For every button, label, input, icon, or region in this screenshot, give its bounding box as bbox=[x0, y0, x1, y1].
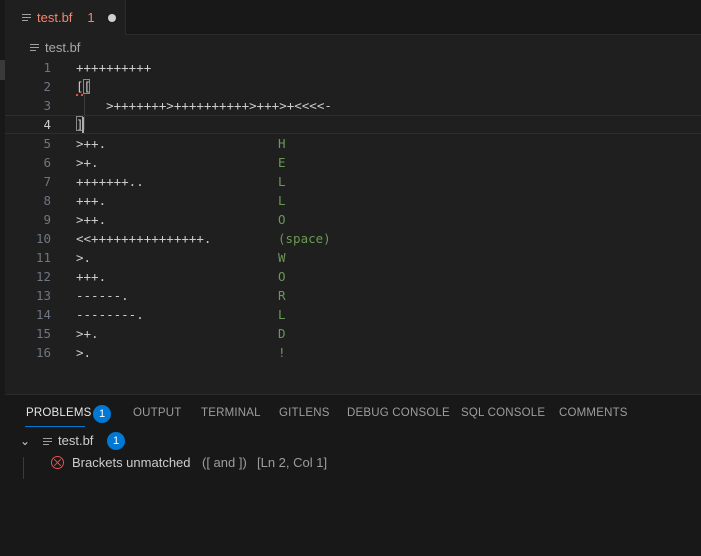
line-number: 10 bbox=[35, 231, 51, 246]
code-editor[interactable]: 1 ++++++++++ 2 [[ 3 >+++++++>++++++++++>… bbox=[5, 58, 701, 394]
line-number: 15 bbox=[35, 326, 51, 341]
line-number: 4 bbox=[43, 117, 51, 132]
line-number: 16 bbox=[35, 345, 51, 360]
tab-debug-console[interactable]: DEBUG CONSOLE bbox=[347, 407, 450, 419]
editor-tab-bar: test.bf 1 bbox=[5, 0, 701, 35]
line-comment: E bbox=[278, 155, 286, 170]
tab-file-name: test.bf bbox=[37, 10, 73, 25]
problem-detail: ([ and ]) bbox=[202, 455, 247, 470]
code-line: 15 >+. D bbox=[5, 324, 701, 343]
line-code: +++++++.. bbox=[76, 174, 144, 189]
line-number: 8 bbox=[43, 193, 51, 208]
line-comment: L bbox=[278, 193, 286, 208]
line-number: 14 bbox=[35, 307, 51, 322]
line-comment: L bbox=[278, 174, 286, 189]
line-comment: O bbox=[278, 269, 286, 284]
line-comment: (space) bbox=[278, 231, 331, 246]
chevron-down-icon[interactable]: ⌄ bbox=[20, 430, 30, 452]
group-problem-count: 1 bbox=[107, 432, 125, 450]
line-code: >++. bbox=[76, 212, 107, 227]
line-comment: H bbox=[278, 136, 286, 151]
tab-sql-console[interactable]: SQL CONSOLE bbox=[461, 407, 545, 419]
problem-location: [Ln 2, Col 1] bbox=[257, 455, 328, 470]
line-code: <<+++++++++++++++. bbox=[76, 231, 212, 246]
line-number: 12 bbox=[35, 269, 51, 284]
group-file-name: test.bf bbox=[58, 433, 94, 448]
line-comment: ! bbox=[278, 345, 286, 360]
bottom-panel: PROBLEMS 1 OUTPUT TERMINAL GITLENS DEBUG… bbox=[5, 394, 701, 556]
code-line: 10 <<+++++++++++++++. (space) bbox=[5, 229, 701, 248]
code-line: 7 +++++++.. L bbox=[5, 172, 701, 191]
breadcrumb-file-name: test.bf bbox=[45, 39, 81, 55]
line-code: >+. bbox=[76, 326, 99, 341]
active-tab-indicator bbox=[25, 426, 85, 427]
file-lines-icon bbox=[22, 13, 31, 22]
code-line: 6 >+. E bbox=[5, 153, 701, 172]
code-line: 3 >+++++++>++++++++++>+++>+<<<<- bbox=[5, 96, 701, 115]
panel-tab-bar: PROBLEMS 1 OUTPUT TERMINAL GITLENS DEBUG… bbox=[5, 395, 701, 431]
line-number: 5 bbox=[43, 136, 51, 151]
code-line: 9 >++. O bbox=[5, 210, 701, 229]
text-cursor bbox=[82, 117, 84, 133]
line-code: --------. bbox=[76, 307, 144, 322]
code-line: 5 >++. H bbox=[5, 134, 701, 153]
code-line-current: 4 ] bbox=[5, 115, 701, 134]
error-icon bbox=[51, 456, 64, 469]
line-comment: O bbox=[278, 212, 286, 227]
tab-output[interactable]: OUTPUT bbox=[133, 407, 181, 419]
bracket-match-highlight bbox=[83, 79, 90, 94]
problems-file-group[interactable]: ⌄ test.bf 1 bbox=[5, 430, 701, 452]
line-code: ------. bbox=[76, 288, 129, 303]
line-code: +++. bbox=[76, 193, 107, 208]
line-comment: W bbox=[278, 250, 286, 265]
line-code: >+. bbox=[76, 155, 99, 170]
code-line: 8 +++. L bbox=[5, 191, 701, 210]
line-comment: D bbox=[278, 326, 286, 341]
line-number: 13 bbox=[35, 288, 51, 303]
code-line: 11 >. W bbox=[5, 248, 701, 267]
code-line: 16 >. ! bbox=[5, 343, 701, 362]
line-code: >. bbox=[76, 345, 92, 360]
line-number: 6 bbox=[43, 155, 51, 170]
problem-item[interactable]: Brackets unmatched ([ and ]) [Ln 2, Col … bbox=[5, 452, 701, 474]
tab-terminal[interactable]: TERMINAL bbox=[201, 407, 261, 419]
tab-comments[interactable]: COMMENTS bbox=[559, 407, 628, 419]
code-line: 2 [[ bbox=[5, 77, 701, 96]
line-code: >++. bbox=[76, 136, 107, 151]
problem-message: Brackets unmatched bbox=[72, 455, 191, 470]
unsaved-dot-icon[interactable] bbox=[107, 13, 116, 22]
problems-badge: 1 bbox=[93, 405, 111, 423]
line-number: 11 bbox=[35, 250, 51, 265]
line-comment: R bbox=[278, 288, 286, 303]
line-number: 3 bbox=[43, 98, 51, 113]
line-code: >. bbox=[76, 250, 92, 265]
line-code: +++. bbox=[76, 269, 107, 284]
code-line: 13 ------. R bbox=[5, 286, 701, 305]
line-code: >+++++++>++++++++++>+++>+<<<<- bbox=[76, 98, 332, 113]
file-lines-icon bbox=[43, 437, 52, 446]
editor-tab-test-bf[interactable]: test.bf 1 bbox=[5, 0, 126, 35]
code-line: 14 --------. L bbox=[5, 305, 701, 324]
line-number: 1 bbox=[43, 60, 51, 75]
file-lines-icon bbox=[30, 43, 39, 52]
line-number: 9 bbox=[43, 212, 51, 227]
line-code: ++++++++++ bbox=[76, 60, 152, 75]
line-number: 2 bbox=[43, 79, 51, 94]
line-number: 7 bbox=[43, 174, 51, 189]
breadcrumb[interactable]: test.bf bbox=[30, 38, 80, 56]
tab-problems[interactable]: PROBLEMS bbox=[26, 407, 92, 419]
tab-problem-count: 1 bbox=[87, 10, 95, 25]
tab-gitlens[interactable]: GITLENS bbox=[279, 407, 330, 419]
code-line: 12 +++. O bbox=[5, 267, 701, 286]
line-comment: L bbox=[278, 307, 286, 322]
code-line: 1 ++++++++++ bbox=[5, 58, 701, 77]
